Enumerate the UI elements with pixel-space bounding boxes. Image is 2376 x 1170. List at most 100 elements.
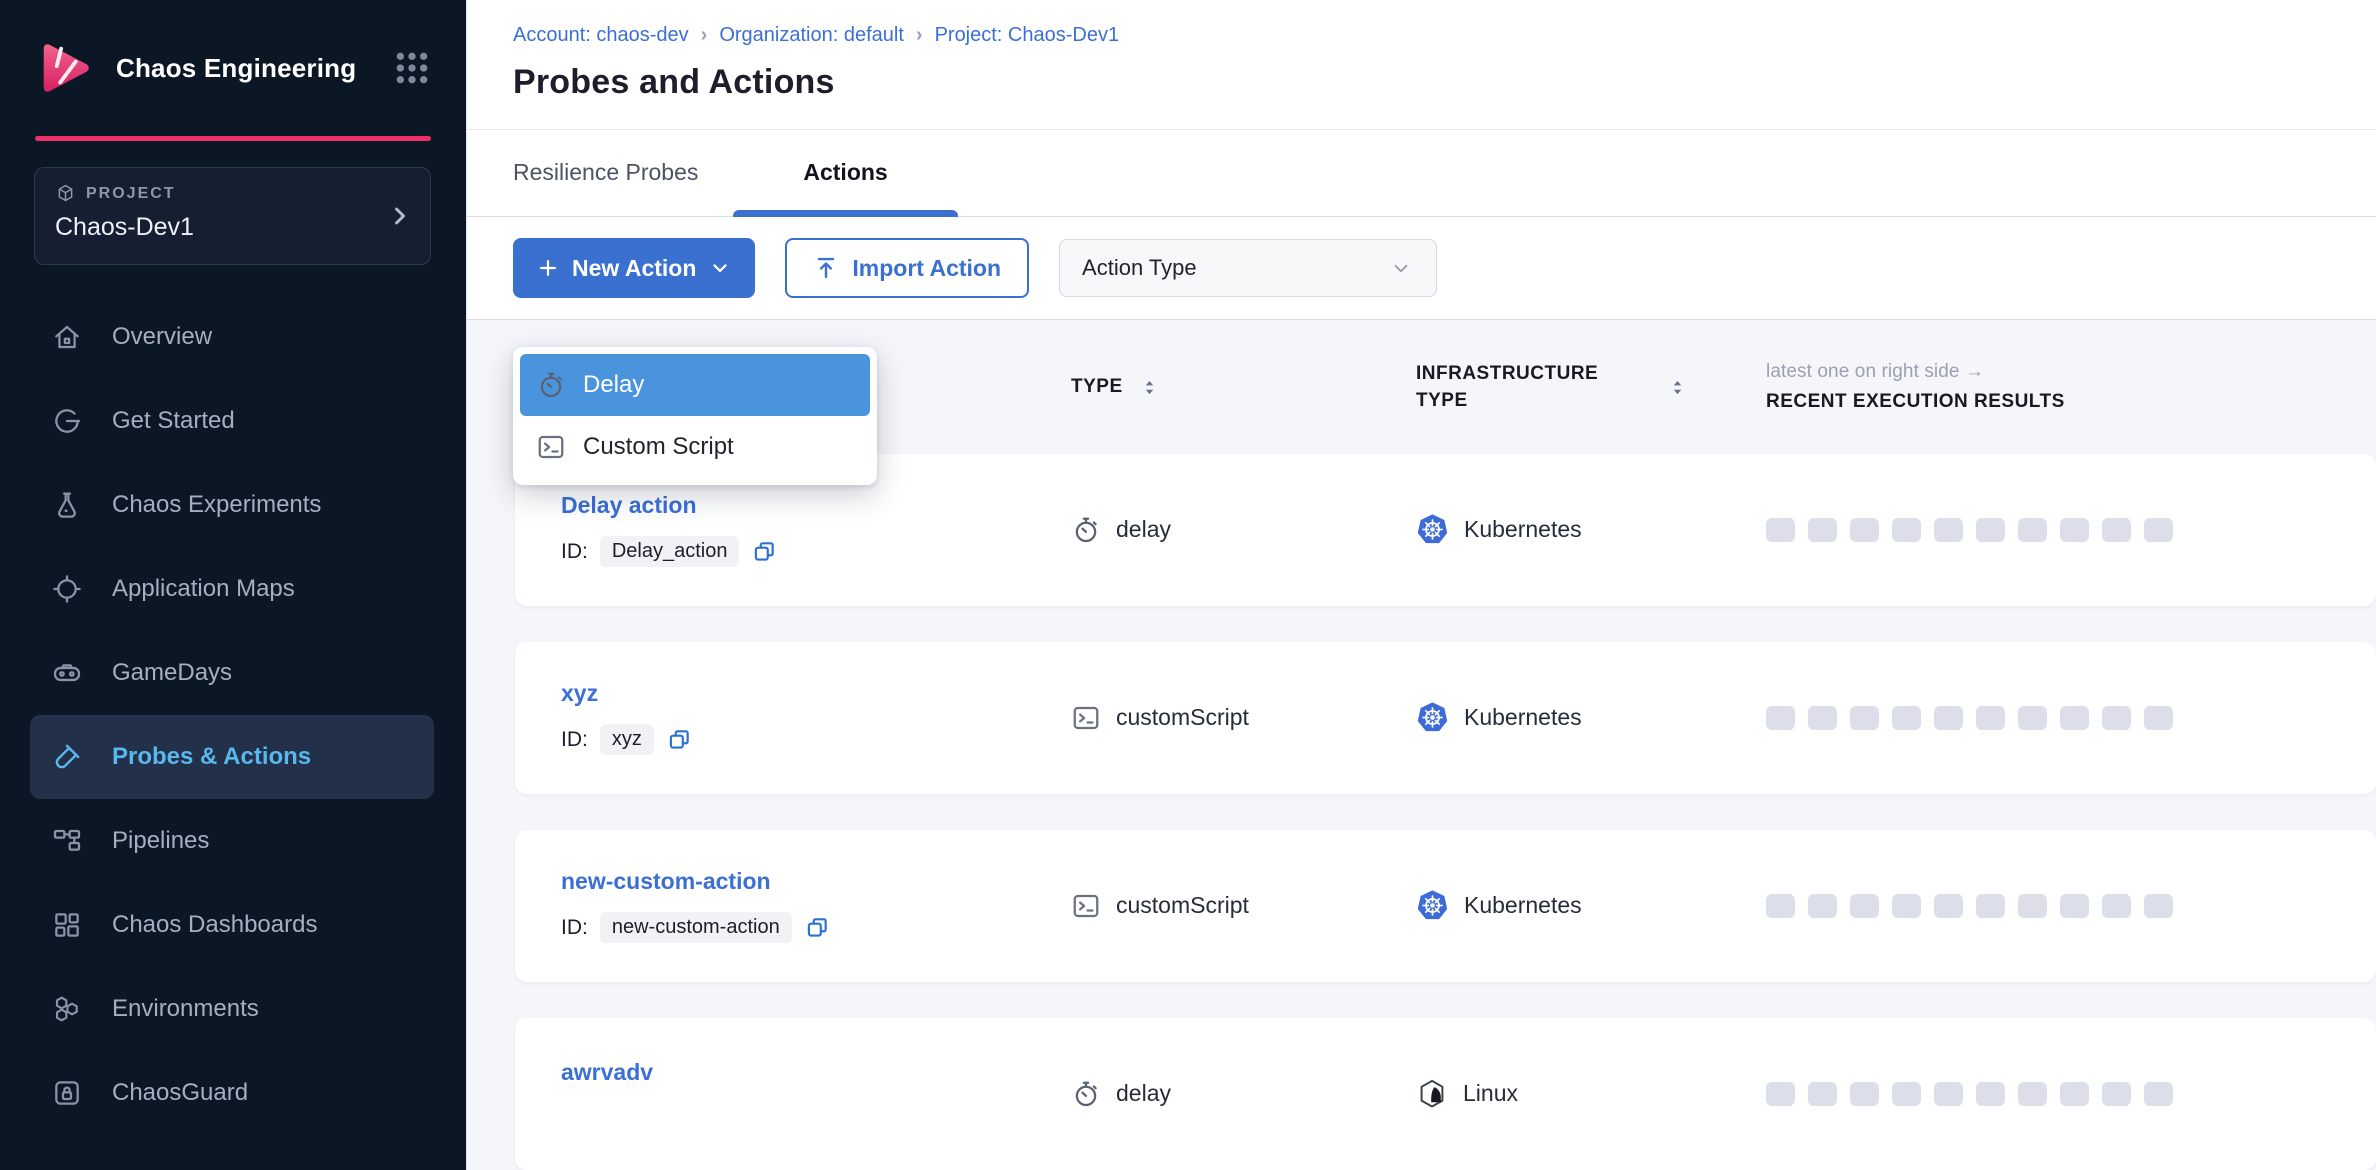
breadcrumb-account[interactable]: Account: chaos-dev <box>513 24 689 47</box>
kubernetes-icon <box>1416 889 1449 922</box>
flask-icon <box>50 488 84 522</box>
new-action-button[interactable]: New Action <box>513 238 755 298</box>
execution-result-placeholder <box>1808 894 1837 918</box>
action-id-value: new-custom-action <box>600 912 792 943</box>
column-header-infrastructure-type: INFRASTRUCTURE TYPE <box>1416 360 1766 415</box>
menu-item-label: Custom Script <box>583 433 734 461</box>
page-title: Probes and Actions <box>513 63 2376 102</box>
execution-result-placeholder <box>1934 894 1963 918</box>
recent-execution-results <box>1766 1082 2376 1106</box>
terminal-icon <box>1071 703 1101 733</box>
tab-actions[interactable]: Actions <box>803 130 887 217</box>
import-action-button[interactable]: Import Action <box>785 238 1029 298</box>
chevron-right-icon: › <box>701 24 708 47</box>
execution-result-placeholder <box>2018 894 2047 918</box>
sidebar-item-environments[interactable]: Environments <box>30 967 434 1051</box>
execution-result-placeholder <box>2060 518 2089 542</box>
sidebar-item-label: Get Started <box>112 407 235 435</box>
app-title: Chaos Engineering <box>116 53 356 84</box>
sidebar-item-gamedays[interactable]: GameDays <box>30 631 434 715</box>
action-type-cell: customScript <box>1071 891 1416 921</box>
action-id: ID: Delay_action <box>561 536 1071 567</box>
home-icon <box>50 320 84 354</box>
gamepad-icon <box>50 656 84 690</box>
action-name-link[interactable]: awrvadv <box>561 1059 1071 1086</box>
dashboard-icon <box>50 908 84 942</box>
import-upload-icon <box>813 255 839 281</box>
copy-icon[interactable] <box>751 539 777 565</box>
tab-resilience-probes[interactable]: Resilience Probes <box>513 130 698 217</box>
menu-item-custom-script[interactable]: Custom Script <box>520 416 870 478</box>
action-name-link[interactable]: new-custom-action <box>561 868 1071 895</box>
app-switcher-grid-icon[interactable] <box>392 48 432 88</box>
table-row: xyz ID: xyz customScript Kubernetes <box>515 642 2376 794</box>
sidebar-item-probes-and-actions[interactable]: Probes & Actions <box>30 715 434 799</box>
sort-icon[interactable] <box>1667 377 1688 398</box>
toolbar: New Action Import Action Action Type <box>467 217 2376 320</box>
terminal-icon <box>1071 891 1101 921</box>
kubernetes-icon <box>1416 701 1449 734</box>
sidebar-item-label: Chaos Dashboards <box>112 911 317 939</box>
column-header-type: TYPE <box>1071 376 1416 398</box>
execution-result-placeholder <box>1934 1082 1963 1106</box>
new-action-label: New Action <box>572 255 696 282</box>
project-selector[interactable]: PROJECT Chaos-Dev1 <box>34 167 431 265</box>
terminal-icon <box>536 432 566 462</box>
copy-icon[interactable] <box>666 727 692 753</box>
action-id-value: xyz <box>600 724 654 755</box>
infrastructure-type-cell: Linux <box>1416 1078 1766 1110</box>
chevron-right-icon: › <box>916 24 923 47</box>
sidebar-item-application-maps[interactable]: Application Maps <box>30 547 434 631</box>
execution-result-placeholder <box>2060 706 2089 730</box>
execution-result-placeholder <box>1808 518 1837 542</box>
execution-result-placeholder <box>1892 894 1921 918</box>
sidebar-item-pipelines[interactable]: Pipelines <box>30 799 434 883</box>
breadcrumb-organization[interactable]: Organization: default <box>719 24 904 47</box>
project-label: PROJECT <box>86 185 176 203</box>
copy-icon[interactable] <box>804 915 830 941</box>
action-name-link[interactable]: xyz <box>561 680 1071 707</box>
menu-item-delay[interactable]: Delay <box>520 354 870 416</box>
action-type-filter[interactable]: Action Type <box>1059 239 1437 297</box>
execution-result-placeholder <box>2018 518 2047 542</box>
execution-result-placeholder <box>2144 894 2173 918</box>
action-id: ID: new-custom-action <box>561 912 1071 943</box>
action-type-cell: delay <box>1071 515 1416 545</box>
execution-result-placeholder <box>2144 1082 2173 1106</box>
sidebar: Chaos Engineering PROJECT Chaos-Dev1 <box>0 0 466 1170</box>
sidebar-item-overview[interactable]: Overview <box>30 295 434 379</box>
sidebar-item-chaosguard[interactable]: ChaosGuard <box>30 1051 434 1135</box>
execution-result-placeholder <box>2102 518 2131 542</box>
target-icon <box>50 572 84 606</box>
action-type-cell: delay <box>1071 1079 1416 1109</box>
package-icon <box>55 183 76 204</box>
sidebar-item-chaos-experiments[interactable]: Chaos Experiments <box>30 463 434 547</box>
recent-execution-results <box>1766 518 2376 542</box>
tab-bar: Resilience Probes Actions <box>467 130 2376 218</box>
execution-result-placeholder <box>1892 706 1921 730</box>
stopwatch-icon <box>1071 1079 1101 1109</box>
execution-result-placeholder <box>1976 894 2005 918</box>
test-tube-icon <box>50 740 84 774</box>
execution-result-placeholder <box>1976 1082 2005 1106</box>
execution-result-placeholder <box>1808 706 1837 730</box>
new-action-dropdown-menu: Delay Custom Script <box>513 347 877 485</box>
execution-result-placeholder <box>1976 706 2005 730</box>
sidebar-item-chaos-dashboards[interactable]: Chaos Dashboards <box>30 883 434 967</box>
execution-result-placeholder <box>2102 1082 2131 1106</box>
execution-result-placeholder <box>1892 1082 1921 1106</box>
infrastructure-type-cell: Kubernetes <box>1416 513 1766 546</box>
pipeline-icon <box>50 824 84 858</box>
execution-result-placeholder <box>1850 1082 1879 1106</box>
chevron-down-icon <box>1388 255 1414 281</box>
action-type-cell: customScript <box>1071 703 1416 733</box>
menu-item-label: Delay <box>583 371 644 399</box>
kubernetes-icon <box>1416 513 1449 546</box>
sidebar-item-get-started[interactable]: Get Started <box>30 379 434 463</box>
action-type-label: Action Type <box>1082 255 1197 281</box>
action-name-link[interactable]: Delay action <box>561 492 1071 519</box>
sort-icon[interactable] <box>1139 377 1160 398</box>
get-started-icon <box>50 404 84 438</box>
sidebar-item-label: GameDays <box>112 659 232 687</box>
breadcrumb-project[interactable]: Project: Chaos-Dev1 <box>935 24 1120 47</box>
